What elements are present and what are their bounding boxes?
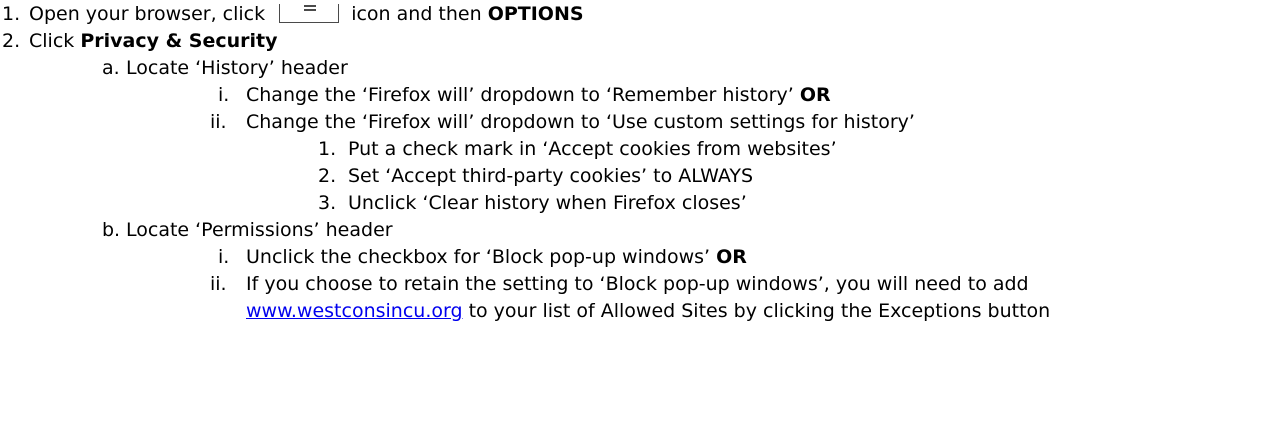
westconsincu-link[interactable]: www.westconsincu.org	[246, 300, 463, 322]
step-1-text: Open your browser, click icon and then O…	[29, 0, 584, 28]
or-label: OR	[799, 84, 831, 106]
step-roman: i.	[218, 246, 230, 268]
step-b-i-text: Unclick the checkbox for ‘Block pop-up w…	[246, 243, 747, 271]
or-label: OR	[716, 246, 747, 268]
step-a-ii-2-text: Set ‘Accept third-party cookies’ to ALWA…	[348, 165, 754, 187]
step-roman: ii.	[210, 273, 227, 295]
step-number: 1.	[318, 138, 337, 160]
step-roman: i.	[218, 84, 230, 106]
step-a-ii-1-text: Put a check mark in ‘Accept cookies from…	[348, 138, 837, 160]
step-letter: a.	[102, 57, 120, 79]
step-number: 3.	[318, 192, 337, 214]
step-2-pre: Click	[29, 30, 75, 52]
step-1-pre: Open your browser, click	[29, 3, 266, 25]
step-letter: b.	[102, 219, 121, 241]
step-a-i-body: Change the ‘Firefox will’ dropdown to ‘R…	[246, 84, 794, 106]
step-b-text: Locate ‘Permissions’ header	[126, 219, 393, 241]
step-a-ii-3-text: Unclick ‘Clear history when Firefox clos…	[348, 192, 747, 214]
step-number: 1.	[2, 3, 21, 25]
step-1-mid: icon and then	[351, 3, 482, 25]
step-b-ii-text: If you choose to retain the setting to ‘…	[246, 273, 1029, 295]
step-number: 2.	[2, 30, 21, 52]
step-b-ii-continuation: www.westconsincu.org to your list of All…	[246, 297, 1050, 325]
step-2-text: Click Privacy & Security	[29, 27, 278, 55]
options-label: OPTIONS	[487, 3, 584, 25]
step-b-i-body: Unclick the checkbox for ‘Block pop-up w…	[246, 246, 711, 268]
privacy-security-label: Privacy & Security	[80, 30, 278, 52]
step-number: 2.	[318, 165, 337, 187]
step-a-text: Locate ‘History’ header	[126, 57, 348, 79]
step-a-i-text: Change the ‘Firefox will’ dropdown to ‘R…	[246, 81, 831, 109]
step-b-ii-tail: to your list of Allowed Sites by clickin…	[468, 300, 1051, 322]
hamburger-menu-icon	[279, 4, 340, 23]
step-a-ii-text: Change the ‘Firefox will’ dropdown to ‘U…	[246, 111, 915, 133]
step-roman: ii.	[210, 111, 227, 133]
